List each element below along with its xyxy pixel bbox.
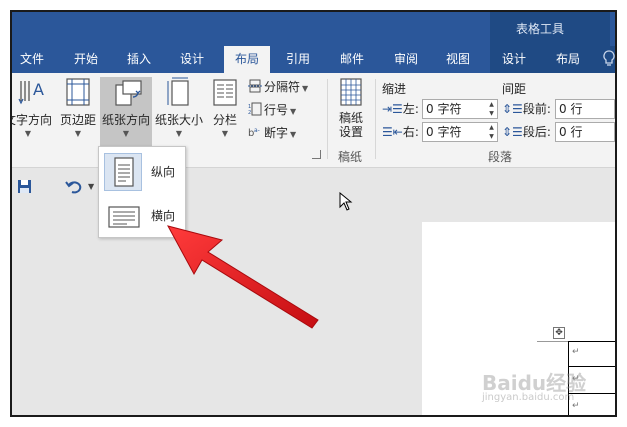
chevron-down-icon: ▼ [175,129,183,138]
tab-home[interactable]: 开始 [66,46,106,73]
orientation-icon [113,77,142,107]
chevron-down-icon: ▼ [290,130,297,139]
page-margin-mark [537,341,568,342]
orientation-label: 纸张方向 [101,113,150,127]
tab-file[interactable]: 文件 [12,46,52,73]
indent-left-icon: ⇥☰ [382,102,403,116]
indent-left-label: ⇥☰左: [382,102,419,116]
breaks-button[interactable]: 分隔符 ▼ [248,77,308,97]
manuscript-icon [338,77,364,107]
svg-text:a-: a- [254,127,260,134]
spacing-after-input[interactable]: 0 行 [555,122,615,142]
size-button[interactable]: 纸张大小 ▼ [154,77,204,149]
tab-mailings[interactable]: 邮件 [332,46,372,73]
margins-icon [65,77,91,107]
tab-table-design[interactable]: 设计 [494,46,534,73]
lightbulb-icon[interactable] [602,50,615,68]
table-move-handle-icon[interactable]: ✥ [553,327,565,339]
group-separator [375,79,376,159]
ribbon-tab-bar: 表格工具 文件 开始 插入 设计 布局 引用 邮件 审阅 视图 设计 布局 [12,12,615,73]
manuscript-settings-button[interactable]: 稿纸 设置 [332,77,370,149]
chevron-down-icon: ▼ [290,107,297,116]
indent-right-label: ☰⇤右: [382,125,419,139]
chevron-down-icon: ▼ [302,84,309,93]
spacing-after-label: ⇕☰段后: [502,125,551,139]
spacing-before-icon: ⇕☰ [502,102,523,116]
tab-table-layout[interactable]: 布局 [548,46,588,73]
line-numbers-button[interactable]: 1 2 行号 ▼ [248,100,296,120]
portrait-label: 纵向 [151,165,176,179]
mouse-pointer-icon [339,192,353,211]
manuscript-label-line2: 设置 [338,125,363,139]
spinner-arrows-icon[interactable]: ▲ ▼ [486,123,497,141]
hyphenation-icon: b a- [248,125,262,139]
paragraph-mark-icon: ↵ [572,347,580,357]
page-break-icon [248,79,262,93]
text-direction-label: 文字方向 [12,113,52,127]
hyphenation-button[interactable]: b a- 断字 ▼ [248,123,296,143]
svg-text:A: A [33,80,44,99]
indent-right-icon: ☰⇤ [382,125,403,139]
svg-text:2: 2 [248,110,251,116]
paper-size-icon [166,77,192,107]
spacing-header: 间距 [502,82,527,96]
page-setup-launcher[interactable] [312,150,321,159]
chevron-down-icon: ▼ [221,129,229,138]
hyphenation-label: 断字 [264,126,289,140]
chevron-down-icon: ▼ [74,129,82,138]
tab-insert[interactable]: 插入 [119,46,159,73]
landscape-page-icon [108,206,140,228]
line-numbers-icon: 12 [248,102,262,116]
columns-label: 分栏 [212,113,237,127]
app-window: 表格工具 文件 开始 插入 设计 布局 引用 邮件 审阅 视图 设计 布局 A … [10,10,617,417]
manuscript-label-line1: 稿纸 [338,111,363,125]
context-tab-group-title: 表格工具 [490,12,610,46]
save-icon[interactable] [17,179,32,194]
undo-icon[interactable] [65,177,83,195]
paragraph-group-label: 段落 [488,150,513,164]
tab-layout[interactable]: 布局 [224,46,270,73]
chevron-down-icon: ▼ [122,129,130,138]
columns-icon [212,77,238,107]
spinner-arrows-icon[interactable]: ▲ ▼ [486,100,497,118]
table-border [568,341,615,342]
annotation-arrow [167,225,319,329]
text-direction-icon: A [15,77,44,107]
tab-references[interactable]: 引用 [278,46,318,73]
spacing-before-input[interactable]: 0 行 [555,99,615,119]
chevron-down-icon[interactable]: ▼ [88,182,94,191]
baidu-watermark: Baidu经验 jingyan.baidu.com [482,371,587,403]
margins-label: 页边距 [59,113,96,127]
spacing-before-label: ⇕☰段前: [502,102,551,116]
portrait-option[interactable]: 纵向 [101,151,183,191]
tab-design[interactable]: 设计 [172,46,212,73]
indent-right-input[interactable]: 0 字符 ▲ ▼ [422,122,498,142]
size-label: 纸张大小 [154,113,203,127]
text-direction-button[interactable]: A 文字方向 ▼ [12,77,56,149]
line-numbers-label: 行号 [264,103,289,117]
spacing-after-icon: ⇕☰ [502,125,523,139]
indent-left-input[interactable]: 0 字符 ▲ ▼ [422,99,498,119]
group-separator [327,79,328,159]
manuscript-group-label: 稿纸 [338,150,363,164]
tab-view[interactable]: 视图 [438,46,478,73]
portrait-page-icon [114,157,134,187]
tab-review[interactable]: 审阅 [386,46,426,73]
chevron-down-icon: ▼ [24,129,32,138]
breaks-label: 分隔符 [264,80,301,94]
columns-button[interactable]: 分栏 ▼ [208,77,242,149]
margins-button[interactable]: 页边距 ▼ [58,77,98,149]
orientation-button[interactable]: 纸张方向 ▼ [100,77,152,149]
indent-header: 缩进 [382,82,407,96]
